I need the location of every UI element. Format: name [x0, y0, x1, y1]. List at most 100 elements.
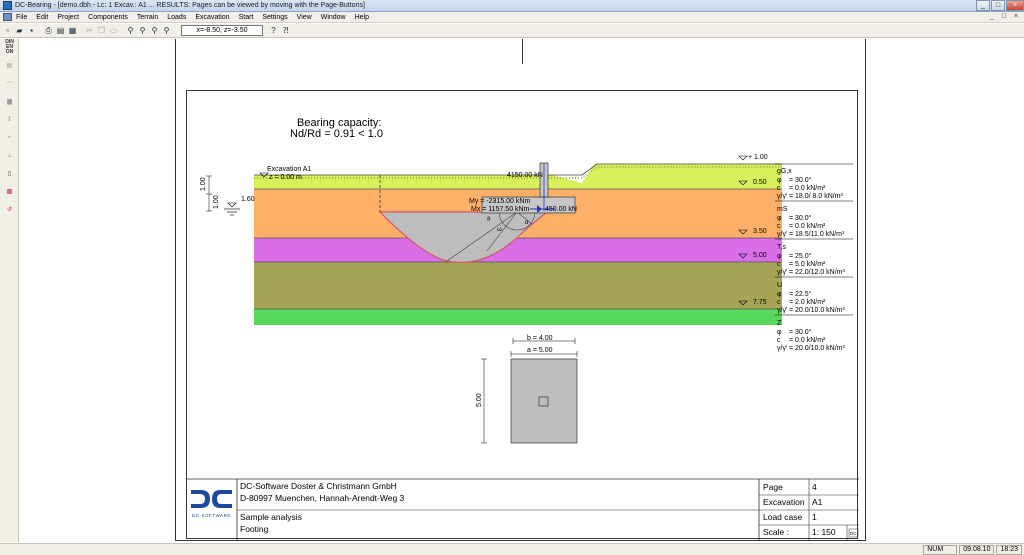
mdi-close-button[interactable]: ×: [1010, 12, 1022, 22]
legend-Z-phi: = 30.0°: [789, 328, 812, 336]
print-icon[interactable]: ⎙: [43, 25, 54, 36]
dim-1-00-b: 1.00: [213, 195, 220, 209]
maximize-button[interactable]: □: [991, 0, 1005, 11]
coordinate-display: x=-8.50, z=-3.50: [181, 25, 263, 36]
toolbar: ▫ ▰ ▪ ⎙ ▤ ▦ ✂ ❐ ▭ ⚲ ⚲ ⚲ ⚲ x=-8.50, z=-3.…: [0, 24, 1024, 38]
plan-view: b = 4.00 a = 5.00 5.00: [476, 335, 578, 444]
tb-corner-mark: DC: [850, 531, 857, 536]
zoom-out-icon[interactable]: ⚲: [149, 25, 160, 36]
tb-page-label: Page: [763, 482, 783, 492]
legend-U-c-sym: c: [777, 299, 781, 306]
legend-mS-phi: = 30.0°: [789, 214, 812, 222]
context-help-icon[interactable]: ⁈: [280, 25, 291, 36]
tb-loadcase-value: 1: [812, 512, 817, 522]
legend-gGx-c: = 0.0 kN/m²: [789, 185, 826, 192]
legend-gGx-name: gG,x: [777, 168, 792, 175]
mdi-restore-button[interactable]: □: [998, 12, 1010, 22]
save-icon[interactable]: ▪: [26, 25, 37, 36]
menu-help[interactable]: Help: [354, 14, 370, 21]
terrain-icon[interactable]: ◠: [2, 76, 17, 91]
title-block: DC·SOFTWARE DC-Software Doster & Christm…: [187, 478, 859, 540]
legend-Z-gamma-sym: γ/γ': [777, 345, 787, 352]
menu-loads[interactable]: Loads: [166, 14, 187, 21]
menu-file[interactable]: File: [15, 14, 28, 21]
title-bar: DC-Bearing - [demo.dbh - Lc: 1 Excav.: A…: [0, 0, 1024, 12]
menu-bar: File Edit Project Components Terrain Loa…: [0, 12, 1024, 23]
preview-icon[interactable]: ▤: [55, 25, 66, 36]
close-button[interactable]: ×: [1006, 0, 1024, 11]
menu-project[interactable]: Project: [56, 14, 80, 21]
plan-dim-side: 5.00: [476, 393, 483, 407]
layer-Ts: [254, 238, 782, 262]
results-icon[interactable]: ▯: [2, 166, 17, 181]
open-icon[interactable]: ▰: [14, 25, 25, 36]
menu-terrain[interactable]: Terrain: [136, 14, 159, 21]
drawing-frame: Bearing capacity: Nd/Rd = 0.91 < 1.0 Exc…: [186, 90, 859, 540]
legend-Ts-c: = 5.0 kN/m²: [789, 261, 826, 268]
minimize-button[interactable]: _: [976, 0, 990, 11]
mdi-minimize-button[interactable]: _: [986, 12, 998, 22]
soil-section-drawing: Bearing capacity: Nd/Rd = 0.91 < 1.0 Exc…: [187, 117, 859, 540]
logo-caption: DC·SOFTWARE: [192, 513, 231, 518]
menu-start[interactable]: Start: [238, 14, 255, 21]
angle-alpha: α: [525, 220, 529, 226]
legend-U-phi-sym: φ: [777, 291, 782, 298]
level-5-00: 5.00: [753, 252, 767, 259]
norm-icon[interactable]: DIN EN ON: [2, 40, 17, 55]
new-icon[interactable]: ▫: [2, 25, 13, 36]
tb-page-value: 4: [812, 482, 817, 492]
legend-Ts-gamma: = 22.0/12.0 kN/m³: [789, 269, 846, 276]
legend-mS-phi-sym: φ: [777, 215, 782, 222]
window-title: DC-Bearing - [demo.dbh - Lc: 1 Excav.: A…: [15, 2, 365, 9]
plan-b: b = 4.00: [527, 335, 553, 342]
menu-settings[interactable]: Settings: [261, 14, 288, 21]
layer-U: [254, 262, 782, 309]
tb-loadcase-label: Load case: [763, 512, 802, 522]
section-icon[interactable]: ⊥: [2, 148, 17, 163]
bearing-icon[interactable]: ↺: [2, 202, 17, 217]
water-icon[interactable]: ≈: [2, 130, 17, 145]
menu-components[interactable]: Components: [87, 14, 129, 21]
left-toolbar: DIN EN ON ▤ ◠ ▆ ↧ ≈ ⊥ ▯ ▩ ↺: [0, 39, 19, 542]
menu-excavation[interactable]: Excavation: [194, 14, 230, 21]
paste-icon[interactable]: ▭: [108, 25, 119, 36]
tb-company: DC-Software Doster & Christmann GmbH: [240, 481, 397, 491]
menu-view[interactable]: View: [296, 14, 313, 21]
legend-Z-gamma: = 20.0/10.0 kN/m³: [789, 345, 846, 352]
export-icon[interactable]: ▦: [67, 25, 78, 36]
legend-Ts-phi-sym: φ: [777, 253, 782, 260]
dim-1-00-a: 1.00: [200, 177, 207, 191]
legend-gGx-phi-sym: φ: [777, 177, 782, 184]
legend-Ts-gamma-sym: γ/γ': [777, 269, 787, 276]
legend-gGx-gamma-sym: γ/γ': [777, 193, 787, 200]
load-icon[interactable]: ↧: [2, 112, 17, 127]
help-icon[interactable]: ?: [268, 25, 279, 36]
zoom-all-icon[interactable]: ⚲: [161, 25, 172, 36]
zoom-in-icon[interactable]: ⚲: [137, 25, 148, 36]
layer-icon[interactable]: ▤: [2, 58, 17, 73]
plan-footing: [510, 358, 578, 444]
load-vertical: 4150.00 kN: [507, 172, 543, 179]
menu-edit[interactable]: Edit: [35, 14, 49, 21]
selected-icon[interactable]: ▩: [2, 184, 17, 199]
copy-icon[interactable]: ❐: [96, 25, 107, 36]
document-icon[interactable]: [3, 13, 12, 21]
excavation-label: Excavation A1: [267, 166, 311, 173]
legend-U-phi: = 22.5°: [789, 290, 812, 298]
tb-address: D-80997 Muenchen, Hannah-Arendt-Weg 3: [240, 493, 405, 503]
zoom-window-icon[interactable]: ⚲: [125, 25, 136, 36]
foundation-icon[interactable]: ▆: [2, 94, 17, 109]
tb-element: Footing: [240, 524, 269, 534]
menu-window[interactable]: Window: [320, 14, 347, 21]
heading-line2: Nd/Rd = 0.91 < 1.0: [290, 128, 383, 140]
legend-gGx-gamma: = 18.0/ 8.0 kN/m³: [789, 193, 844, 200]
sheet-center-mark: [522, 39, 523, 64]
level-plus-1-00: + 1.00: [748, 154, 768, 161]
level-3-50: 3.50: [753, 228, 767, 235]
cut-icon[interactable]: ✂: [84, 25, 95, 36]
water-level: 1.60: [241, 196, 255, 203]
status-num: NUM: [923, 544, 958, 555]
app-icon: [3, 1, 12, 10]
legend-mS-name: mS: [777, 206, 788, 213]
legend-Z-phi-sym: φ: [777, 329, 782, 336]
